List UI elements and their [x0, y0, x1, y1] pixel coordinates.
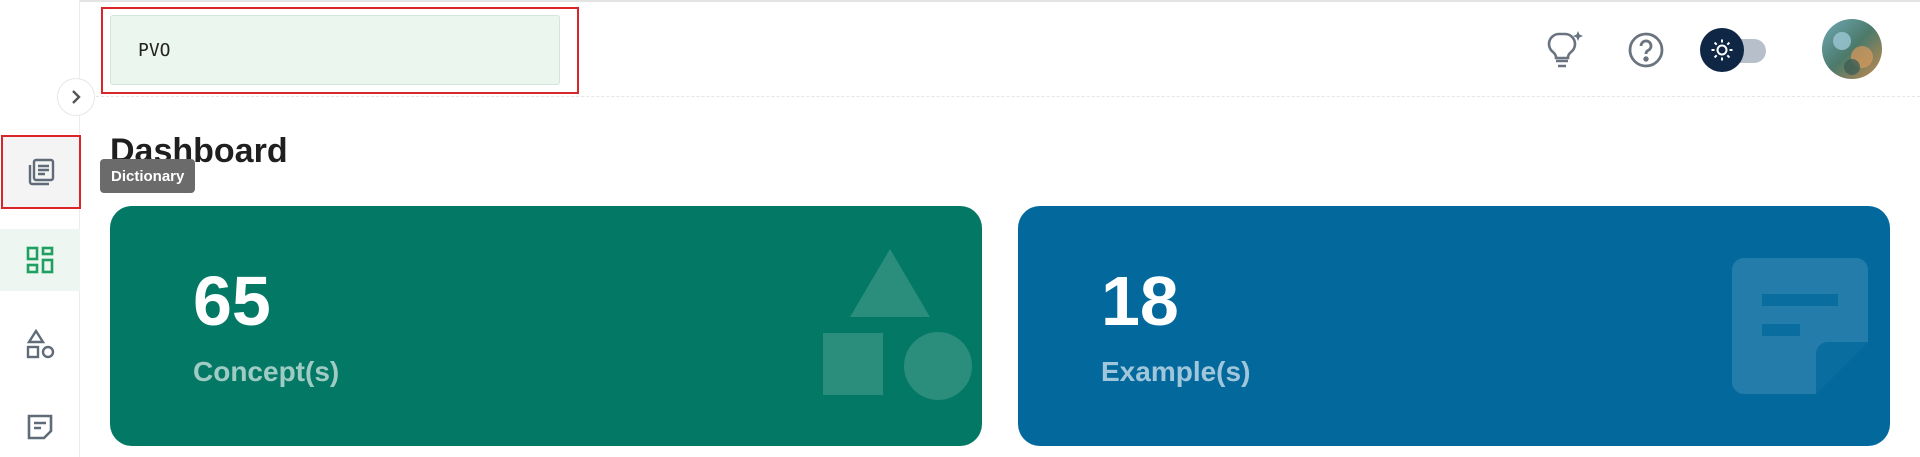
dictionary-icon	[28, 158, 55, 186]
theme-toggle-knob	[1700, 28, 1744, 72]
help-button[interactable]	[1626, 30, 1666, 70]
lightbulb-sparkle-icon	[1547, 31, 1583, 68]
concepts-count: 65	[193, 262, 271, 340]
avatar-image	[1822, 19, 1882, 79]
user-avatar[interactable]	[1822, 19, 1882, 79]
sun-icon	[1711, 39, 1733, 61]
chevron-right-icon	[72, 90, 81, 104]
shapes-decoration-icon	[823, 249, 972, 400]
shapes-icon	[26, 328, 55, 359]
dashboard-icon	[26, 246, 54, 274]
notes-icon	[27, 414, 53, 440]
tips-button[interactable]	[1542, 26, 1588, 72]
header-divider	[81, 96, 1920, 97]
examples-count: 18	[1101, 262, 1179, 340]
sidebar-item-dictionary[interactable]	[1, 135, 81, 209]
sidebar-collapse-button[interactable]	[57, 78, 95, 116]
search-input[interactable]: PVO	[110, 15, 560, 85]
sidebar-item-concepts[interactable]	[0, 313, 80, 375]
sidebar	[0, 0, 81, 457]
note-decoration-icon	[1732, 258, 1868, 394]
sidebar-item-dashboard[interactable]	[0, 229, 80, 291]
concepts-card[interactable]: 65 Concept(s)	[110, 206, 982, 446]
examples-label: Example(s)	[1101, 356, 1251, 387]
top-border	[0, 0, 1920, 2]
concepts-label: Concept(s)	[193, 356, 340, 387]
theme-toggle[interactable]	[1700, 28, 1766, 72]
dictionary-tooltip: Dictionary	[100, 159, 196, 193]
examples-card[interactable]: 18 Example(s)	[1018, 206, 1890, 446]
sidebar-item-examples[interactable]	[0, 396, 80, 457]
help-circle-icon	[1628, 32, 1664, 68]
